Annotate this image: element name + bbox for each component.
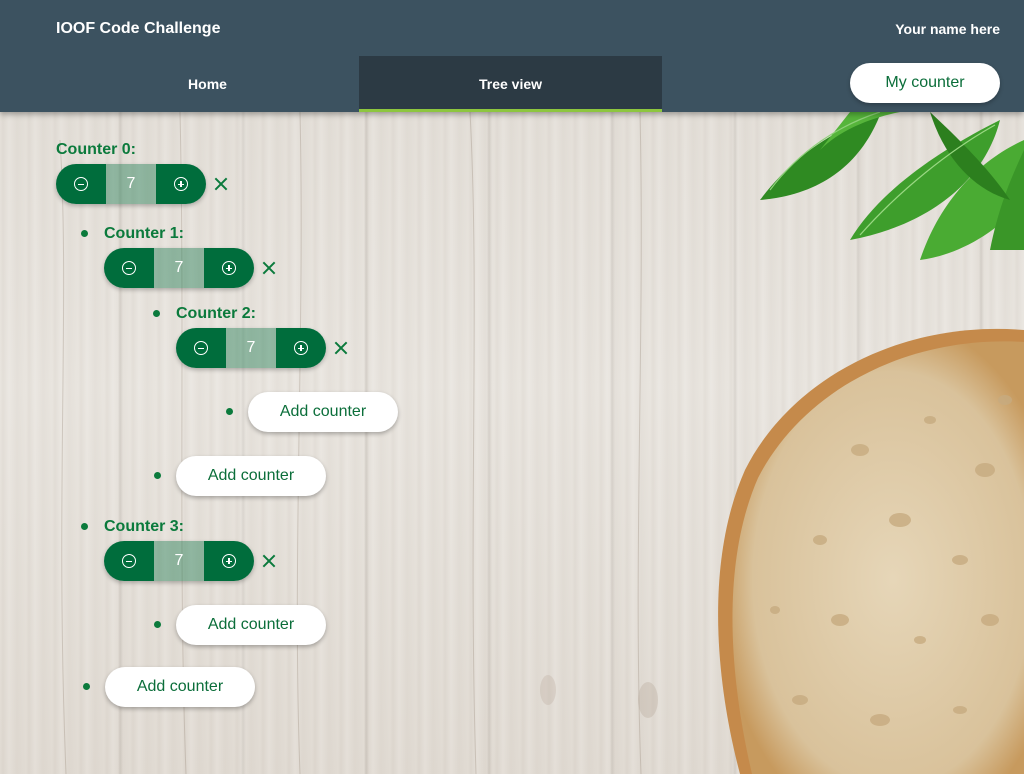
counter-0-decrement-button[interactable] [56,164,106,204]
counter-3-value: 7 [154,541,204,581]
counter-2-increment-button[interactable] [276,328,326,368]
counter-3-increment-button[interactable] [204,541,254,581]
counter-2-remove-icon[interactable] [332,339,350,357]
counter-2-stepper: 7 [176,328,326,368]
app-header: IOOF Code Challenge Your name here Home … [0,0,1024,112]
list-bullet [153,310,160,317]
counter-1-label: Counter 1: [104,225,184,242]
add-counter-button[interactable]: Add counter [105,667,255,707]
counter-0-remove-icon[interactable] [212,175,230,193]
tab-tree-view[interactable]: Tree view [359,56,662,112]
add-counter-button[interactable]: Add counter [176,605,326,645]
plus-circle-icon [222,261,236,275]
counter-3-label: Counter 3: [104,518,184,535]
counter-2-label: Counter 2: [176,305,256,322]
counter-3-remove-icon[interactable] [260,552,278,570]
counter-2-decrement-button[interactable] [176,328,226,368]
minus-circle-icon [122,554,136,568]
counter-1-increment-button[interactable] [204,248,254,288]
tab-home[interactable]: Home [56,56,359,112]
counter-0-label: Counter 0: [56,141,136,158]
counter-1-stepper: 7 [104,248,254,288]
counter-2-value: 7 [226,328,276,368]
list-bullet [83,683,90,690]
minus-circle-icon [122,261,136,275]
list-bullet [226,408,233,415]
counter-1-remove-icon[interactable] [260,259,278,277]
counter-3-stepper: 7 [104,541,254,581]
counter-tree: Counter 0: 7 Counter 1: 7 Counter 2: 7 A… [0,112,1024,774]
list-bullet [81,230,88,237]
counter-0-value: 7 [106,164,156,204]
add-counter-button[interactable]: Add counter [176,456,326,496]
counter-0-stepper: 7 [56,164,206,204]
list-bullet [154,621,161,628]
my-counter-button[interactable]: My counter [850,63,1000,103]
counter-0-increment-button[interactable] [156,164,206,204]
counter-1-value: 7 [154,248,204,288]
list-bullet [81,523,88,530]
user-name: Your name here [895,21,1000,37]
counter-3-decrement-button[interactable] [104,541,154,581]
minus-circle-icon [194,341,208,355]
minus-circle-icon [74,177,88,191]
list-bullet [154,472,161,479]
app-title: IOOF Code Challenge [56,20,221,37]
plus-circle-icon [174,177,188,191]
plus-circle-icon [222,554,236,568]
plus-circle-icon [294,341,308,355]
add-counter-button[interactable]: Add counter [248,392,398,432]
counter-1-decrement-button[interactable] [104,248,154,288]
